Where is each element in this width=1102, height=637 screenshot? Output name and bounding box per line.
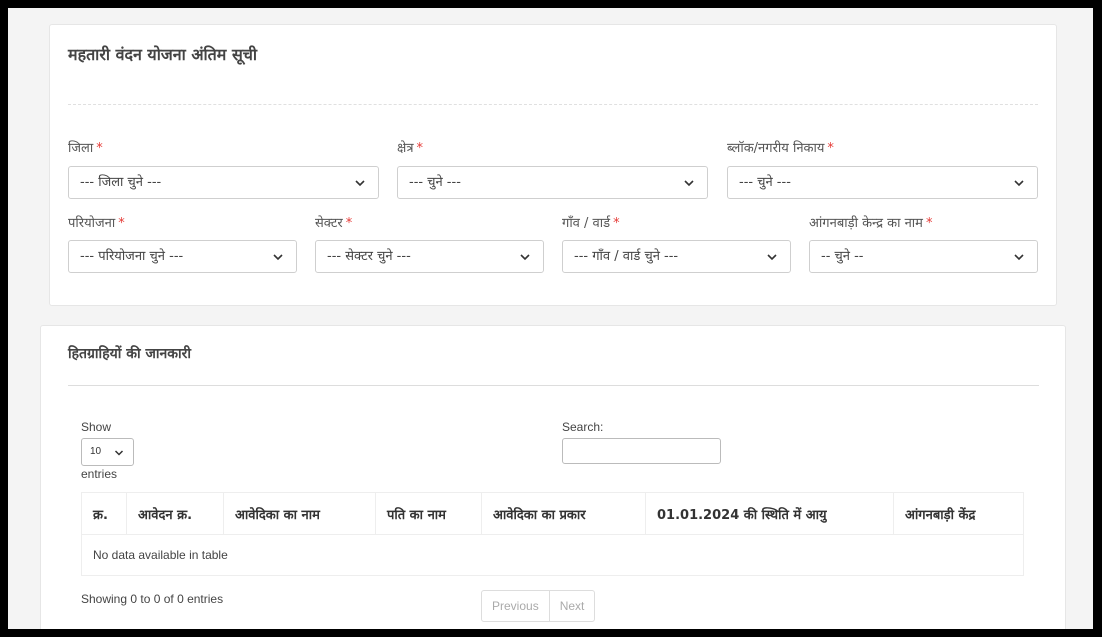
- village-select[interactable]: --- गाँव / वार्ड चुने ---: [562, 240, 791, 273]
- district-select-value: --- जिला चुने ---: [80, 175, 162, 190]
- page-frame: महतारी वंदन योजना अंतिम सूची जिला * --- ज…: [8, 8, 1093, 629]
- block-label: ब्लॉक/नगरीय निकाय *: [727, 141, 834, 156]
- sector-select[interactable]: --- सेक्टर चुने ---: [315, 240, 544, 273]
- area-select-value: --- चुने ---: [409, 175, 461, 190]
- chevron-down-icon: [520, 254, 530, 261]
- block-select-value: --- चुने ---: [739, 175, 791, 190]
- table-row: No data available in table: [81, 534, 1024, 576]
- anganwadi-select-value: -- चुने --: [821, 249, 864, 264]
- project-label: परियोजना *: [68, 216, 125, 231]
- entries-label: entries: [81, 467, 118, 481]
- sector-select-value: --- सेक्टर चुने ---: [327, 249, 411, 264]
- column-header[interactable]: आवेदन क्र.: [126, 492, 224, 535]
- next-button[interactable]: Next: [548, 591, 595, 621]
- divider: [68, 104, 1038, 105]
- column-header[interactable]: आंगनबाड़ी केंद्र: [893, 492, 1024, 535]
- filter-card: महतारी वंदन योजना अंतिम सूची जिला * --- ज…: [49, 24, 1057, 306]
- empty-message: No data available in table: [81, 534, 1024, 576]
- column-header[interactable]: क्र.: [81, 492, 127, 535]
- chevron-down-icon: [355, 180, 365, 187]
- section-title: हितग्राहियों की जानकारी: [68, 346, 192, 362]
- search-input[interactable]: [562, 438, 721, 464]
- chevron-down-icon: [114, 450, 124, 456]
- anganwadi-label: आंगनबाड़ी केन्द्र का नाम *: [809, 216, 933, 231]
- district-label: जिला *: [68, 141, 103, 156]
- sector-label: सेक्टर *: [315, 216, 353, 231]
- show-label: Show: [81, 420, 112, 434]
- project-select-value: --- परियोजना चुने ---: [80, 249, 184, 264]
- pagination: Previous Next: [481, 590, 596, 622]
- chevron-down-icon: [1014, 180, 1024, 187]
- page-length-value: 10: [90, 446, 102, 457]
- column-header[interactable]: आवेदिका का नाम: [223, 492, 376, 535]
- table-header-row: क्र. आवेदन क्र. आवेदिका का नाम पति का ना…: [81, 492, 1024, 535]
- column-header[interactable]: आवेदिका का प्रकार: [481, 492, 646, 535]
- village-select-value: --- गाँव / वार्ड चुने ---: [574, 249, 679, 264]
- village-label: गाँव / वार्ड *: [562, 216, 620, 231]
- beneficiary-card: हितग्राहियों की जानकारी Show 10 entries …: [40, 325, 1066, 629]
- beneficiary-table: क्र. आवेदन क्र. आवेदिका का नाम पति का ना…: [81, 492, 1024, 576]
- previous-button[interactable]: Previous: [482, 591, 549, 621]
- anganwadi-select[interactable]: -- चुने --: [809, 240, 1038, 273]
- chevron-down-icon: [684, 180, 694, 187]
- column-header[interactable]: 01.01.2024 की स्थिति में आयु: [645, 492, 894, 535]
- column-header[interactable]: पति का नाम: [375, 492, 482, 535]
- search-label: Search:: [562, 420, 604, 434]
- district-select[interactable]: --- जिला चुने ---: [68, 166, 379, 199]
- table-info: Showing 0 to 0 of 0 entries: [81, 592, 224, 606]
- page-length-select[interactable]: 10: [81, 438, 134, 466]
- divider: [68, 385, 1039, 386]
- project-select[interactable]: --- परियोजना चुने ---: [68, 240, 297, 273]
- page-title: महतारी वंदन योजना अंतिम सूची: [68, 45, 258, 64]
- block-select[interactable]: --- चुने ---: [727, 166, 1038, 199]
- chevron-down-icon: [767, 254, 777, 261]
- chevron-down-icon: [1014, 254, 1024, 261]
- chevron-down-icon: [273, 254, 283, 261]
- area-label: क्षेत्र *: [397, 141, 423, 156]
- area-select[interactable]: --- चुने ---: [397, 166, 708, 199]
